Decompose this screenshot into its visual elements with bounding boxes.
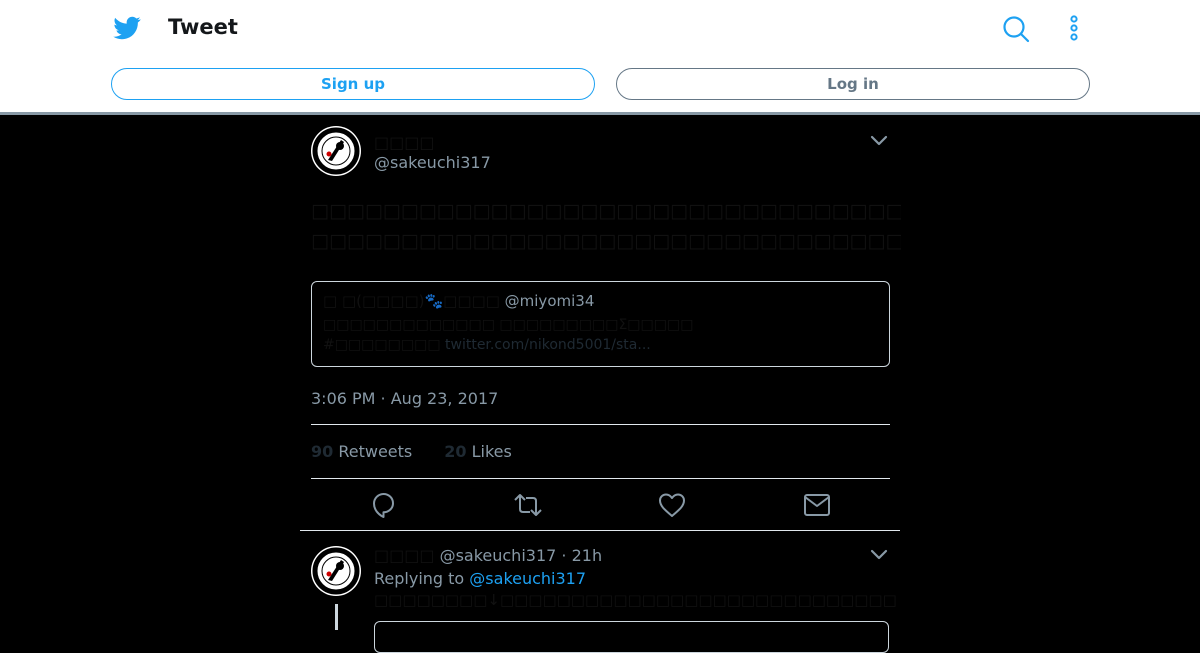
quoted-author-handle: @miyomi34: [504, 292, 595, 310]
tweet-timestamp[interactable]: 3:06 PM · Aug 23, 2017: [311, 389, 498, 408]
retweets-count: 90: [311, 442, 334, 461]
tweet-author-handle[interactable]: @sakeuchi317: [374, 153, 491, 172]
avatar-logo-icon: [312, 127, 360, 175]
chevron-down-icon[interactable]: [869, 547, 889, 561]
avatar-logo-icon: [312, 547, 360, 595]
log-in-button[interactable]: Log in: [616, 68, 1090, 100]
tweet-text-line: □□□□□□□□□□□□□□□□□□□□□□□□□□□□□□□□□□□□□□□□…: [311, 200, 901, 222]
quoted-tweet-text: □□□□□□□□□□□□□ □□□□□□□□□Σ□□□□□: [323, 317, 694, 333]
top-navigation-bar: Tweet Sign up Log in: [0, 0, 1200, 112]
retweets-stat[interactable]: 90 Retweets: [311, 442, 412, 461]
replying-to-mention[interactable]: @sakeuchi317: [469, 569, 586, 588]
like-icon[interactable]: [657, 490, 687, 520]
avatar[interactable]: [311, 126, 361, 176]
likes-count: 20: [444, 442, 467, 461]
sign-up-button[interactable]: Sign up: [111, 68, 595, 100]
likes-stat[interactable]: 20 Likes: [444, 442, 512, 461]
replying-to-line: Replying to @sakeuchi317: [374, 569, 586, 588]
page-title: Tweet: [168, 15, 238, 39]
tweet-author-name[interactable]: □□□□: [374, 133, 434, 152]
quoted-author-name: □ □(□□□□)🐾□□□□: [323, 292, 500, 310]
reply-author-line: □□□□ @sakeuchi317 · 21h: [374, 546, 602, 565]
reply-text: □□□□□□□□↓□□□□□□□□□□□□□□□□□□□□□□□□□□□□: [374, 591, 897, 609]
retweets-label: Retweets: [338, 442, 413, 461]
message-icon[interactable]: [802, 490, 832, 520]
reply-icon[interactable]: [368, 490, 398, 520]
reply-quoted-card[interactable]: [374, 621, 889, 653]
divider: [311, 424, 890, 425]
header-divider: [0, 112, 1200, 115]
twitter-bird-icon[interactable]: [112, 14, 142, 42]
search-icon[interactable]: [1002, 15, 1030, 43]
thread-connector: [335, 604, 338, 630]
tweet-text: □□□□□□□□□□□□□□□□□□□□□□□□□□□□□□□□□ □□□□□□□…: [311, 196, 901, 256]
retweet-icon[interactable]: [513, 490, 543, 520]
more-vertical-icon[interactable]: [1064, 14, 1084, 42]
chevron-down-icon[interactable]: [869, 133, 889, 147]
reply-author-name[interactable]: □□□□: [374, 546, 434, 565]
reply-time[interactable]: · 21h: [561, 546, 602, 565]
quoted-tweet-card[interactable]: □ □(□□□□)🐾□□□□ @miyomi34 □□□□□□□□□□□□□ □…: [311, 281, 890, 367]
likes-label: Likes: [471, 442, 512, 461]
tweet-stats: 90 Retweets 20 Likes: [311, 442, 512, 461]
replying-to-label: Replying to: [374, 569, 465, 588]
divider: [311, 478, 890, 479]
quoted-tweet-link[interactable]: twitter.com/nikond5001/sta...: [445, 337, 651, 353]
divider: [300, 530, 900, 531]
avatar[interactable]: [311, 546, 361, 596]
tweet-text-line: □□□□□□□□□□□□□□□□□□□□□□□□□□□□□□□□□□□□□□□□…: [311, 230, 901, 252]
reply-author-handle[interactable]: @sakeuchi317: [440, 546, 557, 565]
quoted-tweet-tags: #□□□□□□□□ twitter.com/nikond5001/sta...: [323, 337, 651, 353]
hashtag[interactable]: #□□□□□□□□: [323, 337, 441, 353]
quoted-tweet-author: □ □(□□□□)🐾□□□□ @miyomi34: [323, 292, 594, 310]
